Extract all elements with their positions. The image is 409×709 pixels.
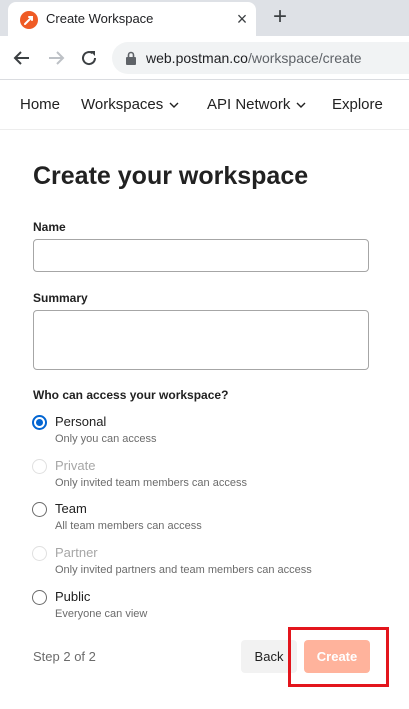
access-option-private: Private Only invited team members can ac… — [32, 458, 372, 498]
step-indicator: Step 2 of 2 — [33, 649, 96, 664]
create-button[interactable]: Create — [304, 640, 370, 673]
url-host: web.postman.co — [146, 50, 248, 66]
summary-input[interactable] — [33, 310, 369, 370]
option-description: Everyone can view — [55, 608, 148, 620]
radio-disabled — [32, 459, 47, 474]
radio-checked[interactable] — [32, 415, 47, 430]
nav-explore[interactable]: Explore — [332, 96, 383, 113]
name-label: Name — [33, 220, 66, 234]
nav-home[interactable]: Home — [20, 96, 60, 113]
option-description: Only invited partners and team members c… — [55, 564, 312, 576]
access-option-personal[interactable]: Personal Only you can access — [32, 414, 372, 454]
name-input[interactable] — [33, 239, 369, 272]
close-icon[interactable]: × — [232, 9, 252, 29]
access-option-public[interactable]: Public Everyone can view — [32, 589, 372, 629]
nav-api-network[interactable]: API Network — [207, 96, 306, 113]
option-title: Public — [55, 589, 91, 604]
option-description: Only you can access — [55, 433, 157, 445]
back-button[interactable]: Back — [241, 640, 297, 673]
radio-unchecked[interactable] — [32, 502, 47, 517]
address-bar[interactable]: web.postman.co/workspace/create — [112, 42, 409, 74]
tab-title: Create Workspace — [46, 11, 154, 26]
lock-icon[interactable] — [124, 51, 138, 65]
access-label: Who can access your workspace? — [33, 388, 229, 402]
browser-tab-strip: Create Workspace × + — [0, 0, 409, 36]
chevron-down-icon — [296, 96, 306, 113]
url-path: /workspace/create — [247, 50, 362, 66]
forward-arrow-icon[interactable] — [44, 46, 68, 70]
back-arrow-icon[interactable] — [10, 46, 34, 70]
chevron-down-icon — [169, 96, 179, 113]
radio-unchecked[interactable] — [32, 590, 47, 605]
option-title: Partner — [55, 545, 98, 560]
nav-workspaces[interactable]: Workspaces — [81, 96, 179, 113]
browser-tab[interactable]: Create Workspace × — [8, 2, 256, 36]
radio-disabled — [32, 546, 47, 561]
nav-api-network-label: API Network — [207, 96, 291, 113]
option-description: All team members can access — [55, 520, 202, 532]
access-option-team[interactable]: Team All team members can access — [32, 501, 372, 541]
url-text: web.postman.co/workspace/create — [146, 50, 362, 66]
app-nav: Home Workspaces API Network Explore — [0, 80, 409, 130]
postman-logo-icon — [20, 11, 38, 29]
option-title: Private — [55, 458, 96, 473]
option-title: Team — [55, 501, 87, 516]
nav-workspaces-label: Workspaces — [81, 96, 164, 113]
option-description: Only invited team members can access — [55, 477, 247, 489]
option-title: Personal — [55, 414, 107, 429]
reload-icon[interactable] — [77, 46, 101, 70]
access-option-partner: Partner Only invited partners and team m… — [32, 545, 372, 585]
browser-toolbar: web.postman.co/workspace/create — [0, 36, 409, 80]
page-title: Create your workspace — [33, 162, 309, 190]
new-tab-icon[interactable]: + — [268, 5, 292, 30]
summary-label: Summary — [33, 291, 88, 305]
